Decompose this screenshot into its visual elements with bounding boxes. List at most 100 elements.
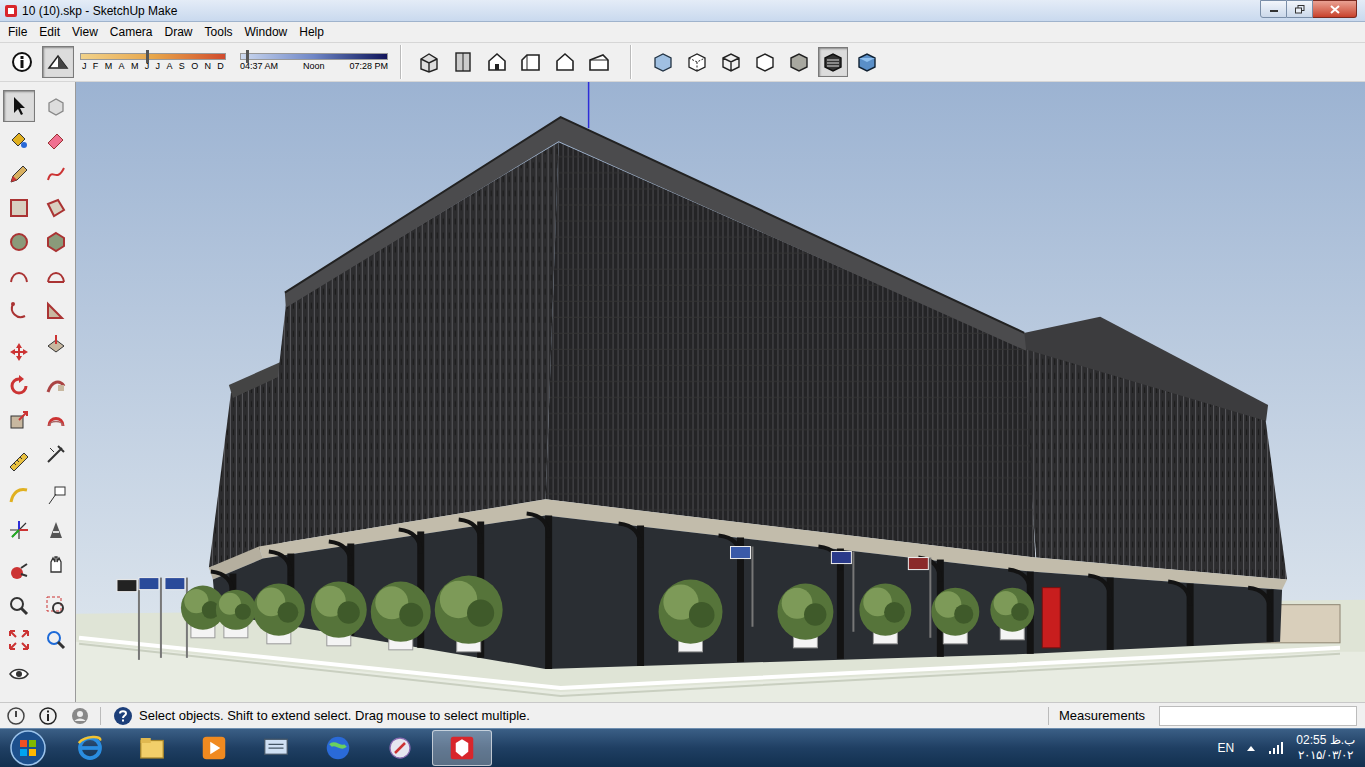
tool-button[interactable] xyxy=(3,294,35,326)
taskbar-app[interactable] xyxy=(184,730,244,766)
taskbar-app[interactable] xyxy=(308,730,368,766)
shadow-toggle[interactable] xyxy=(42,46,74,78)
left-view-icon xyxy=(587,50,611,74)
style-button[interactable] xyxy=(750,47,780,77)
network-icon[interactable] xyxy=(1268,741,1284,755)
geo-location-icon[interactable] xyxy=(6,706,26,726)
top-view-icon xyxy=(451,50,475,74)
tool-button[interactable] xyxy=(3,124,35,156)
month-slider[interactable]: JFMAMJJASOND xyxy=(80,53,226,72)
view-button[interactable] xyxy=(414,47,444,77)
tool-button[interactable] xyxy=(3,556,35,588)
taskbar-app[interactable] xyxy=(122,730,182,766)
time-thumb[interactable] xyxy=(246,50,249,63)
close-icon xyxy=(1330,5,1340,14)
view-button[interactable] xyxy=(516,47,546,77)
tool-button[interactable] xyxy=(40,370,72,402)
user-icon[interactable] xyxy=(70,706,90,726)
view-button[interactable] xyxy=(550,47,580,77)
maximize-button[interactable] xyxy=(1287,0,1313,18)
tool-button[interactable] xyxy=(3,370,35,402)
tool-button[interactable] xyxy=(3,336,35,368)
time-track xyxy=(240,53,388,60)
tool-button[interactable] xyxy=(40,192,72,224)
menu-item[interactable]: Camera xyxy=(104,23,159,41)
shadow-info-icon xyxy=(10,50,34,74)
menu-item[interactable]: Help xyxy=(293,23,330,41)
tool-button[interactable] xyxy=(3,480,35,512)
tool-button[interactable] xyxy=(40,404,72,436)
iso-view-icon xyxy=(417,50,441,74)
tool-button[interactable] xyxy=(40,480,72,512)
tool-button[interactable] xyxy=(3,624,35,656)
tool-button[interactable] xyxy=(40,514,72,546)
measurements-field[interactable] xyxy=(1159,706,1357,726)
menu-item[interactable]: Tools xyxy=(199,23,239,41)
tool-button[interactable] xyxy=(3,590,35,622)
axes-icon xyxy=(7,518,31,542)
tool-button[interactable] xyxy=(40,624,72,656)
tool-button[interactable] xyxy=(40,590,72,622)
taskbar-app[interactable] xyxy=(432,730,492,766)
rectangle-icon xyxy=(7,196,31,220)
tool-button[interactable] xyxy=(3,90,35,122)
viewport[interactable] xyxy=(75,82,1365,702)
menu-item[interactable]: Draw xyxy=(159,23,199,41)
view-button[interactable] xyxy=(584,47,614,77)
style-button[interactable] xyxy=(818,47,848,77)
menu-item[interactable]: File xyxy=(2,23,33,41)
tool-button[interactable] xyxy=(40,158,72,190)
credits-icon[interactable] xyxy=(38,706,58,726)
close-button[interactable] xyxy=(1313,0,1357,18)
shadows-icon xyxy=(46,50,70,74)
clock[interactable]: 02:55 ب.ظ ۲۰۱۵/۰۳/۰۲ xyxy=(1296,733,1355,763)
tool-button[interactable] xyxy=(40,294,72,326)
tool-button[interactable] xyxy=(3,260,35,292)
view-button[interactable] xyxy=(448,47,478,77)
tool-button[interactable] xyxy=(3,658,35,690)
style-button[interactable] xyxy=(682,47,712,77)
help-icon[interactable] xyxy=(113,706,133,726)
polygon-icon xyxy=(44,230,68,254)
clock-date: ۲۰۱۵/۰۳/۰۲ xyxy=(1298,748,1353,763)
style-button[interactable] xyxy=(648,47,678,77)
style-button[interactable] xyxy=(716,47,746,77)
show-hidden-icons-icon[interactable] xyxy=(1246,744,1256,752)
tool-button[interactable] xyxy=(40,124,72,156)
tool-button[interactable] xyxy=(3,192,35,224)
tool-button[interactable] xyxy=(3,226,35,258)
menu-item[interactable]: View xyxy=(66,23,104,41)
google-earth-icon xyxy=(323,733,353,763)
tool-button[interactable] xyxy=(3,514,35,546)
menu-item[interactable]: Window xyxy=(239,23,294,41)
taskbar-app[interactable] xyxy=(370,730,430,766)
taskbar-app[interactable] xyxy=(60,730,120,766)
model-view[interactable] xyxy=(76,82,1365,702)
push-pull-icon xyxy=(44,332,68,356)
tool-button[interactable] xyxy=(3,446,35,478)
tool-button[interactable] xyxy=(40,548,72,580)
style-button[interactable] xyxy=(852,47,882,77)
month-thumb[interactable] xyxy=(146,50,149,63)
tool-button[interactable] xyxy=(40,226,72,258)
tool-button[interactable] xyxy=(40,328,72,360)
style-button[interactable] xyxy=(784,47,814,77)
view-button[interactable] xyxy=(482,47,512,77)
toolbar: JFMAMJJASOND 04:37 AM Noon 07:28 PM xyxy=(0,42,1365,82)
previous-view-icon xyxy=(44,628,68,652)
language-indicator[interactable]: EN xyxy=(1218,739,1235,757)
tool-button[interactable] xyxy=(40,438,72,470)
wireframe-icon xyxy=(719,50,743,74)
start-button[interactable] xyxy=(0,730,56,766)
taskbar-app[interactable] xyxy=(246,730,306,766)
minimize-button[interactable] xyxy=(1260,0,1287,18)
menu-item[interactable]: Edit xyxy=(33,23,66,41)
move-icon xyxy=(7,340,31,364)
tool-button[interactable] xyxy=(40,260,72,292)
tool-button[interactable] xyxy=(40,90,72,122)
protractor-icon xyxy=(7,484,31,508)
time-slider[interactable]: 04:37 AM Noon 07:28 PM xyxy=(240,53,388,72)
shadow-toggle[interactable] xyxy=(6,46,38,78)
tool-button[interactable] xyxy=(3,158,35,190)
tool-button[interactable] xyxy=(3,404,35,436)
